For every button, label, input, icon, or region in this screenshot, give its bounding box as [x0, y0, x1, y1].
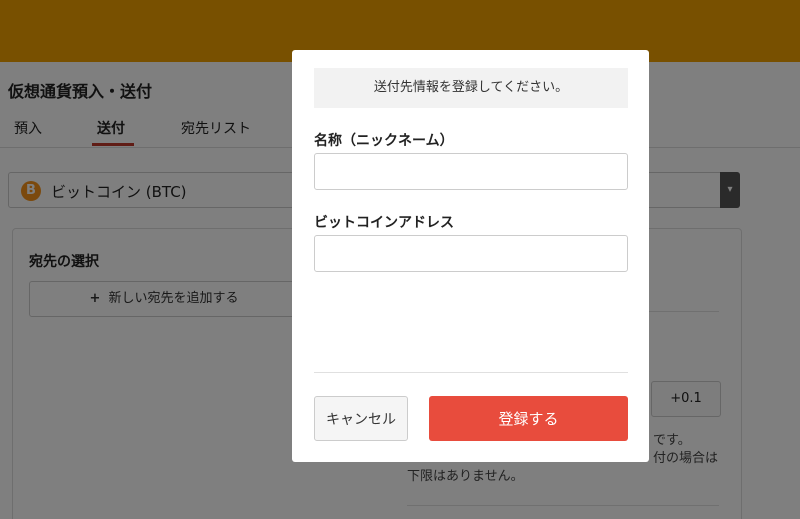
nickname-label: 名称（ニックネーム） [314, 133, 454, 149]
dialog-instruction: 送付先情報を登録してください。 [314, 68, 628, 108]
nickname-input[interactable] [314, 153, 628, 190]
register-button[interactable]: 登録する [429, 396, 628, 441]
cancel-button[interactable]: キャンセル [314, 396, 408, 441]
register-destination-dialog: 送付先情報を登録してください。 名称（ニックネーム） ビットコインアドレス キャ… [292, 50, 649, 462]
bitcoin-address-label: ビットコインアドレス [314, 215, 454, 231]
dialog-divider [314, 372, 628, 373]
bitcoin-address-input[interactable] [314, 235, 628, 272]
